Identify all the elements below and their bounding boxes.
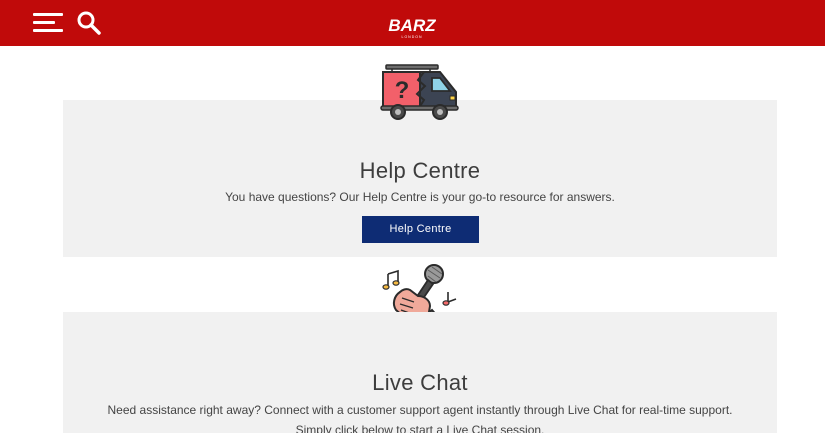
help-centre-button[interactable]: Help Centre bbox=[362, 216, 479, 243]
logo-text: BARZ bbox=[388, 16, 436, 35]
help-centre-card: Help Centre You have questions? Our Help… bbox=[63, 100, 777, 257]
live-chat-card: Live Chat Need assistance right away? Co… bbox=[63, 312, 777, 433]
brand-logo[interactable]: BARZ LONDON bbox=[388, 9, 436, 41]
search-icon[interactable] bbox=[76, 10, 102, 36]
help-centre-description: You have questions? Our Help Centre is y… bbox=[225, 190, 615, 204]
hamburger-menu-icon[interactable] bbox=[33, 11, 65, 35]
help-centre-title: Help Centre bbox=[359, 158, 481, 183]
question-mark-van-illustration: ? bbox=[380, 62, 460, 120]
svg-text:?: ? bbox=[395, 77, 410, 104]
top-navigation-bar: BARZ LONDON bbox=[0, 0, 825, 46]
live-chat-title: Live Chat bbox=[372, 370, 468, 395]
logo-subtext: LONDON bbox=[402, 35, 423, 39]
live-chat-description: Need assistance right away? Connect with… bbox=[107, 403, 733, 433]
